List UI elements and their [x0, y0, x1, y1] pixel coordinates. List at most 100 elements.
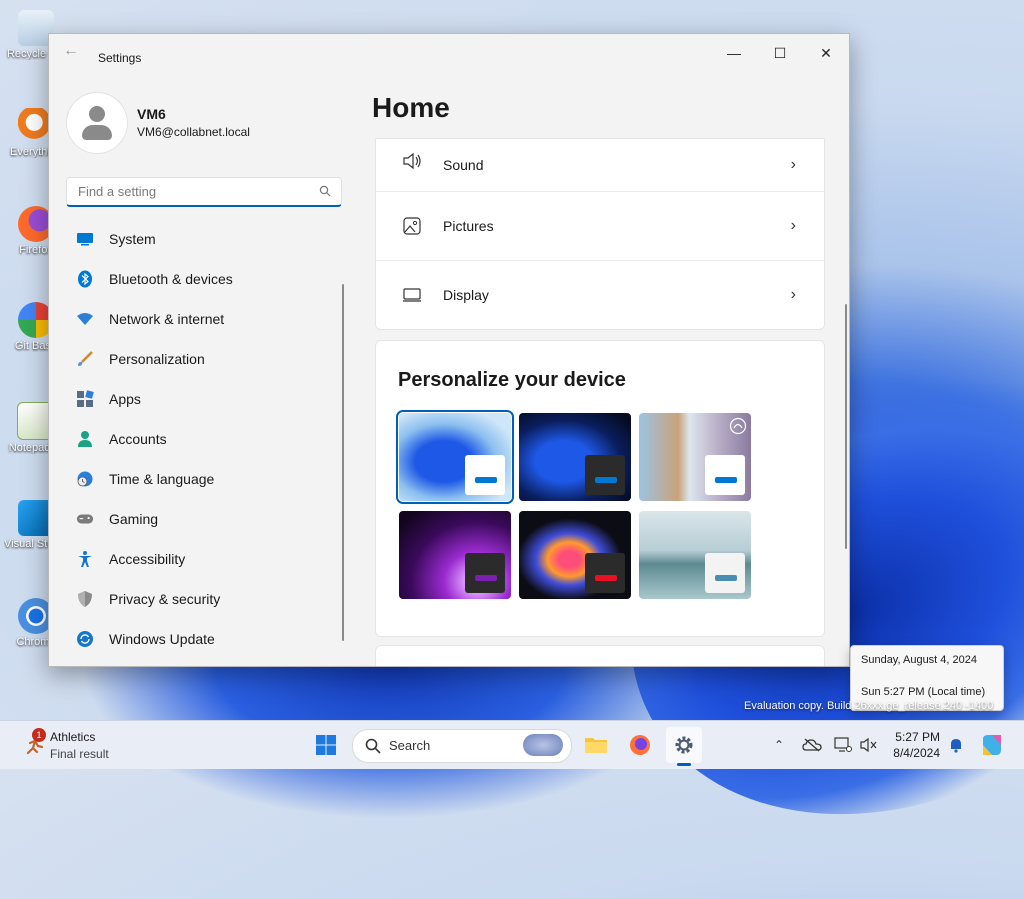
- wifi-icon: [76, 310, 94, 328]
- avatar[interactable]: [66, 92, 128, 154]
- clock-time: 5:27 PM: [895, 730, 940, 744]
- settings-window: ← Settings — ☐ ✕ VM6 VM6@collabnet.local…: [48, 33, 850, 667]
- notification-badge: 1: [32, 728, 46, 742]
- page-title: Home: [372, 92, 450, 123]
- sidebar-item-accessibility[interactable]: Accessibility: [66, 539, 346, 579]
- row-pictures[interactable]: Pictures ›: [376, 192, 824, 261]
- chevron-up-icon: ⌃: [773, 738, 785, 752]
- taskbar-clock[interactable]: 5:27 PM 8/4/2024: [890, 729, 940, 761]
- user-name: VM6: [137, 106, 166, 122]
- evaluation-watermark: Evaluation copy. Build 26xxx.ge_release.…: [744, 700, 994, 712]
- windows-logo-icon: [316, 735, 336, 755]
- apps-icon: [76, 390, 94, 408]
- sidebar-item-privacy[interactable]: Privacy & security: [66, 579, 346, 619]
- taskbar: 1 Athletics Final result Search ⌃ 5:27 P…: [0, 720, 1024, 769]
- theme-thumb-flow[interactable]: [519, 511, 631, 599]
- minimize-button[interactable]: —: [711, 40, 757, 66]
- sidebar-item-personalization[interactable]: Personalization: [66, 339, 346, 379]
- theme-preview-window: [585, 455, 625, 495]
- search-icon: [319, 185, 331, 197]
- widget-title: Athletics: [50, 730, 96, 744]
- search-icon: [365, 738, 381, 754]
- firefox-icon: [630, 735, 650, 755]
- sidebar-item-gaming[interactable]: Gaming: [66, 499, 346, 539]
- theme-thumb-glow[interactable]: [399, 511, 511, 599]
- search-label: Search: [389, 738, 431, 753]
- cloud-offline-icon: [802, 738, 822, 752]
- clock-date: 8/4/2024: [893, 746, 940, 760]
- quick-settings-card: Sound › Pictures › Display ›: [375, 138, 825, 330]
- personalize-card: Personalize your device: [375, 340, 825, 637]
- row-display[interactable]: Display ›: [376, 261, 824, 329]
- theme-thumb-windows-light[interactable]: [396, 410, 514, 504]
- theme-preview-window: [705, 455, 745, 495]
- sidebar-item-system[interactable]: System: [66, 219, 346, 259]
- slideshow-icon: [729, 417, 747, 435]
- chevron-right-icon: ›: [790, 217, 796, 234]
- personalize-title: Personalize your device: [398, 369, 626, 391]
- theme-preview-window: [465, 553, 505, 593]
- folder-icon: [585, 738, 607, 753]
- sidebar-item-accounts[interactable]: Accounts: [66, 419, 346, 459]
- theme-thumb-captured-motion[interactable]: [639, 413, 751, 501]
- gamepad-icon: [76, 510, 94, 528]
- copilot-button[interactable]: [974, 727, 1010, 763]
- brush-icon: [76, 350, 94, 368]
- speaker-icon: [403, 152, 421, 170]
- sidebar-item-network[interactable]: Network & internet: [66, 299, 346, 339]
- update-icon: [76, 630, 94, 648]
- accessibility-icon: [76, 550, 94, 568]
- sidebar-item-bluetooth[interactable]: Bluetooth & devices: [66, 259, 346, 299]
- network-monitor-icon: [834, 737, 852, 752]
- row-sound[interactable]: Sound ›: [376, 139, 824, 192]
- file-explorer-button[interactable]: [578, 727, 614, 763]
- sidebar-item-time-language[interactable]: Time & language: [66, 459, 346, 499]
- widget-subtitle: Final result: [50, 747, 109, 761]
- find-setting-search: [66, 177, 342, 207]
- show-hidden-icons-button[interactable]: ⌃: [762, 727, 796, 763]
- system-icon: [76, 230, 94, 248]
- theme-thumb-windows-dark[interactable]: [519, 413, 631, 501]
- theme-preview-window: [585, 553, 625, 593]
- sidebar-nav: System Bluetooth & devices Network & int…: [66, 219, 346, 659]
- tooltip-date: Sunday, August 4, 2024: [861, 654, 977, 666]
- taskbar-search[interactable]: Search: [352, 729, 572, 763]
- theme-preview-window: [465, 455, 505, 495]
- volume-tray-button[interactable]: [854, 727, 884, 763]
- window-title: Settings: [98, 51, 142, 65]
- sidebar-item-apps[interactable]: Apps: [66, 379, 346, 419]
- sidebar-item-windows-update[interactable]: Windows Update: [66, 619, 346, 659]
- content-scrollbar[interactable]: [845, 304, 847, 549]
- gear-icon: [675, 736, 693, 754]
- notifications-button[interactable]: [942, 727, 970, 763]
- start-button[interactable]: [308, 727, 344, 763]
- clock-globe-icon: [76, 470, 94, 488]
- settings-taskbar-button[interactable]: [666, 727, 702, 763]
- close-button[interactable]: ✕: [803, 40, 849, 66]
- theme-preview-window: [705, 553, 745, 593]
- sidebar-scrollbar[interactable]: [342, 284, 344, 641]
- tooltip-time: Sun 5:27 PM (Local time): [861, 686, 986, 698]
- widgets-button[interactable]: 1 Athletics Final result: [22, 728, 172, 763]
- chevron-right-icon: ›: [790, 286, 796, 303]
- home-content: Sound › Pictures › Display › Personalize…: [375, 138, 825, 666]
- copilot-icon: [983, 735, 1001, 755]
- chevron-right-icon: ›: [790, 156, 796, 173]
- firefox-taskbar-button[interactable]: [622, 727, 658, 763]
- avatar-head: [89, 106, 105, 122]
- bell-icon: [951, 739, 961, 753]
- onedrive-tray-button[interactable]: [796, 727, 828, 763]
- bluetooth-icon: [76, 270, 94, 288]
- active-app-indicator: [677, 763, 691, 766]
- user-email: VM6@collabnet.local: [137, 125, 250, 139]
- shield-icon: [76, 590, 94, 608]
- search-input[interactable]: [76, 183, 310, 200]
- title-bar[interactable]: ← Settings — ☐ ✕: [49, 34, 849, 66]
- display-icon: [403, 288, 421, 302]
- maximize-button[interactable]: ☐: [757, 40, 803, 66]
- back-arrow-icon[interactable]: ←: [63, 43, 79, 59]
- pictures-icon: [403, 217, 421, 235]
- search-highlight-image: [523, 734, 563, 756]
- color-mode-card[interactable]: [375, 645, 825, 666]
- theme-thumb-sunrise[interactable]: [639, 511, 751, 599]
